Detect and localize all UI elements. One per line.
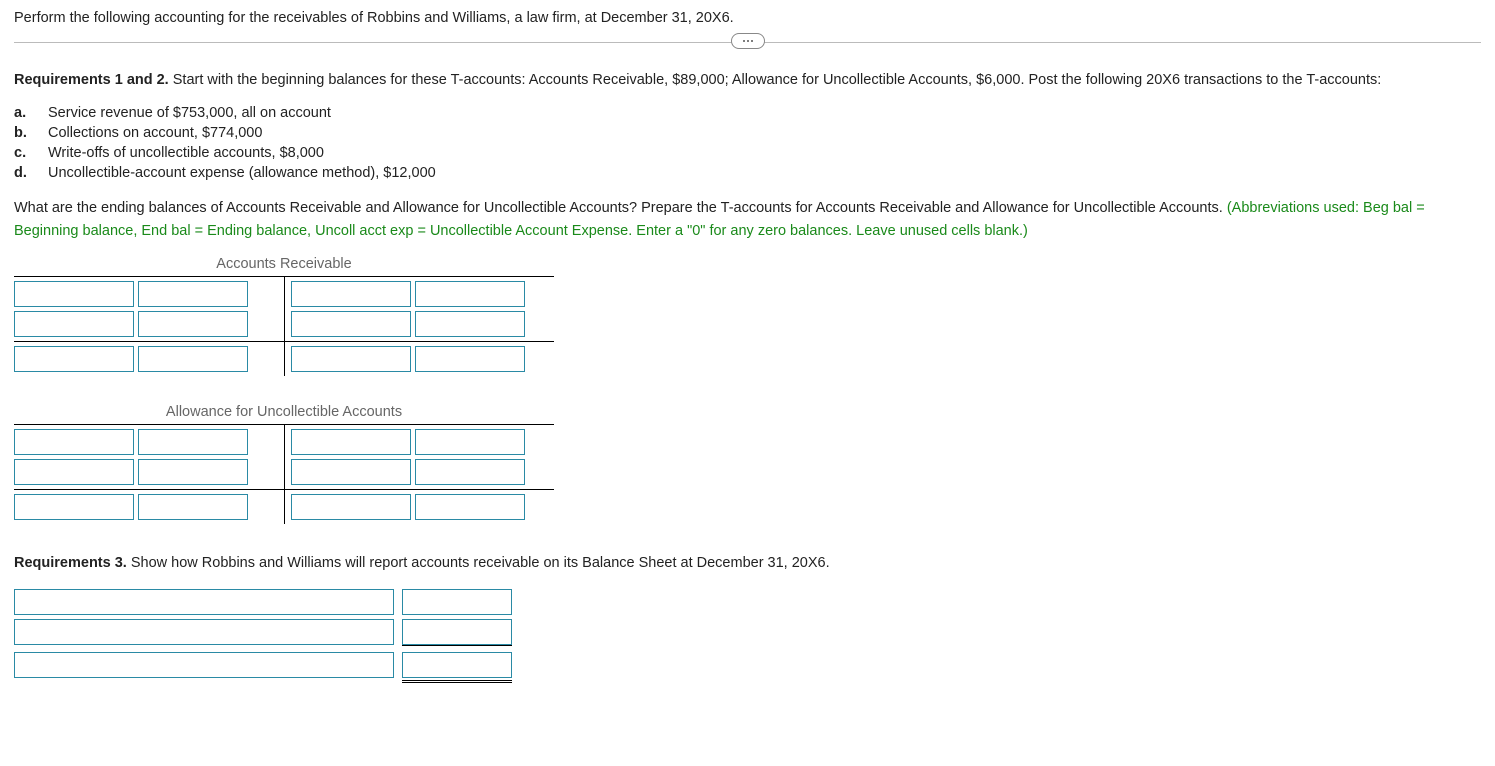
ar-debit-amount-2[interactable]: [138, 311, 248, 337]
requirement-3-lead: Requirements 3. Show how Robbins and Wil…: [14, 552, 1481, 574]
bs-subtotal-underline: [402, 645, 512, 646]
bs-line2-amount[interactable]: [402, 619, 512, 645]
ar-debit-label-1[interactable]: [14, 281, 134, 307]
t-account-ar-title: Accounts Receivable: [14, 256, 554, 272]
transaction-list: a. Service revenue of $753,000, all on a…: [14, 105, 1481, 181]
requirement-3-text: Show how Robbins and Williams will repor…: [127, 555, 830, 571]
allow-debit-amount-2[interactable]: [138, 459, 248, 485]
ar-debit-label-2[interactable]: [14, 311, 134, 337]
list-item-text: Collections on account, $774,000: [48, 125, 262, 141]
allow-credit-end-amount[interactable]: [415, 494, 525, 520]
allow-credit-amount-1[interactable]: [415, 429, 525, 455]
problem-prompt: Perform the following accounting for the…: [14, 8, 1481, 30]
list-item-letter: d.: [14, 165, 48, 181]
bs-line3-amount[interactable]: [402, 652, 512, 678]
ar-debit-end-amount[interactable]: [138, 346, 248, 372]
ar-credit-amount-1[interactable]: [415, 281, 525, 307]
requirements-1-2-label: Requirements 1 and 2.: [14, 72, 169, 88]
allow-credit-label-2[interactable]: [291, 459, 411, 485]
ar-debit-amount-1[interactable]: [138, 281, 248, 307]
allow-debit-label-1[interactable]: [14, 429, 134, 455]
balance-sheet-inputs: [14, 589, 1481, 683]
requirements-1-2-lead: Requirements 1 and 2. Start with the beg…: [14, 69, 1481, 91]
list-item-letter: c.: [14, 145, 48, 161]
bs-line3-label[interactable]: [14, 652, 394, 678]
allow-debit-end-amount[interactable]: [138, 494, 248, 520]
allow-debit-amount-1[interactable]: [138, 429, 248, 455]
ar-credit-end-label[interactable]: [291, 346, 411, 372]
list-item-letter: b.: [14, 125, 48, 141]
question-text: What are the ending balances of Accounts…: [14, 200, 1227, 216]
bs-line2-label[interactable]: [14, 619, 394, 645]
t-account-allowance: Allowance for Uncollectible Accounts: [14, 404, 1481, 524]
t-account-ar: Accounts Receivable: [14, 256, 1481, 376]
list-item-text: Uncollectible-account expense (allowance…: [48, 165, 436, 181]
list-item-letter: a.: [14, 105, 48, 121]
list-item: c. Write-offs of uncollectible accounts,…: [14, 145, 1481, 161]
allow-debit-end-label[interactable]: [14, 494, 134, 520]
list-item-text: Service revenue of $753,000, all on acco…: [48, 105, 331, 121]
allow-credit-label-1[interactable]: [291, 429, 411, 455]
list-item: a. Service revenue of $753,000, all on a…: [14, 105, 1481, 121]
list-item-text: Write-offs of uncollectible accounts, $8…: [48, 145, 324, 161]
bs-line1-amount[interactable]: [402, 589, 512, 615]
requirements-1-2-text: Start with the beginning balances for th…: [169, 72, 1382, 88]
ar-credit-amount-2[interactable]: [415, 311, 525, 337]
ar-credit-label-2[interactable]: [291, 311, 411, 337]
ar-credit-end-amount[interactable]: [415, 346, 525, 372]
more-toggle-icon[interactable]: [731, 33, 765, 49]
t-account-allowance-title: Allowance for Uncollectible Accounts: [14, 404, 554, 420]
list-item: b. Collections on account, $774,000: [14, 125, 1481, 141]
question-paragraph: What are the ending balances of Accounts…: [14, 197, 1481, 242]
ar-credit-label-1[interactable]: [291, 281, 411, 307]
allow-credit-amount-2[interactable]: [415, 459, 525, 485]
list-item: d. Uncollectible-account expense (allowa…: [14, 165, 1481, 181]
ar-debit-end-label[interactable]: [14, 346, 134, 372]
allow-credit-end-label[interactable]: [291, 494, 411, 520]
requirement-3-label: Requirements 3.: [14, 555, 127, 571]
bs-line1-label[interactable]: [14, 589, 394, 615]
allow-debit-label-2[interactable]: [14, 459, 134, 485]
bs-total-double-underline: [402, 680, 512, 683]
